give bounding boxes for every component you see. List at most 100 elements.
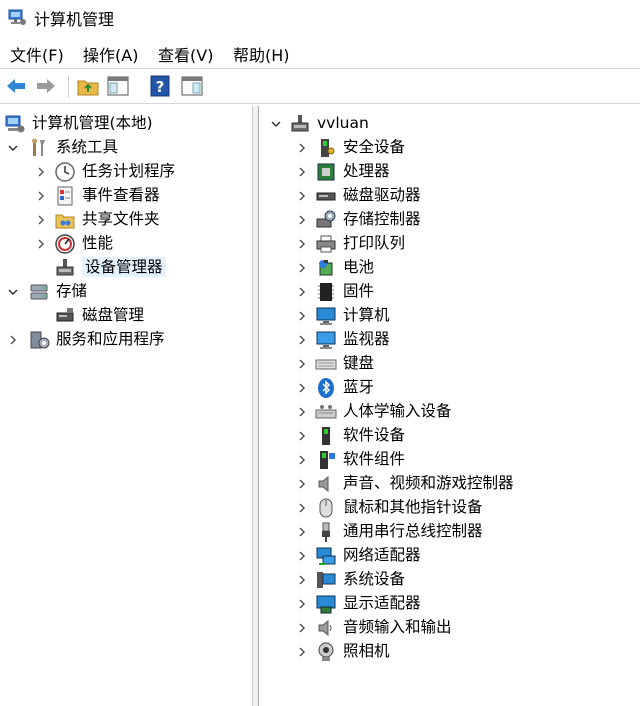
chevron-right-icon[interactable] [295, 355, 309, 373]
device-category-label: 声音、视频和游戏控制器 [343, 474, 514, 492]
mouse-icon [315, 497, 337, 519]
device-root-computer[interactable]: vvluan [269, 112, 629, 136]
device-category-row[interactable]: 声音、视频和游戏控制器 [295, 472, 635, 496]
device-category-row[interactable]: 蓝牙 [295, 376, 635, 400]
tree-item-label: 系统工具 [56, 138, 119, 156]
processor-icon [315, 161, 337, 183]
tools-icon [28, 137, 50, 159]
device-category-row[interactable]: 安全设备 [295, 136, 635, 160]
chevron-down-icon[interactable] [269, 115, 283, 133]
window-title: 计算机管理 [34, 10, 115, 29]
device-category-row[interactable]: 网络适配器 [295, 544, 635, 568]
device-category-row[interactable]: 照相机 [295, 640, 635, 664]
device-manager-icon [54, 257, 76, 279]
device-category-row[interactable]: 电池 [295, 256, 635, 280]
tree-item-system-tools[interactable]: 系统工具 [6, 136, 246, 160]
chevron-right-icon[interactable] [295, 331, 309, 349]
chevron-down-icon[interactable] [6, 139, 20, 157]
tree-item-label: 计算机管理(本地) [32, 114, 153, 132]
chevron-right-icon[interactable] [295, 475, 309, 493]
chevron-right-icon[interactable] [295, 283, 309, 301]
device-category-row[interactable]: 音频输入和输出 [295, 616, 635, 640]
chevron-right-icon[interactable] [295, 163, 309, 181]
firmware-chip-icon [315, 281, 337, 303]
menu-bar: 文件(F) 操作(A) 查看(V) 帮助(H) [0, 40, 640, 66]
show-hide-action-pane-icon[interactable] [180, 74, 204, 98]
device-category-row[interactable]: 磁盘驱动器 [295, 184, 635, 208]
chevron-right-icon[interactable] [295, 427, 309, 445]
chevron-right-icon[interactable] [295, 499, 309, 517]
chevron-right-icon[interactable] [295, 547, 309, 565]
tree-item-label: 磁盘管理 [82, 306, 145, 324]
device-category-row[interactable]: 键盘 [295, 352, 635, 376]
device-category-row[interactable]: 鼠标和其他指针设备 [295, 496, 635, 520]
device-category-row[interactable]: 系统设备 [295, 568, 635, 592]
performance-gauge-icon [54, 233, 76, 255]
chevron-right-icon[interactable] [295, 187, 309, 205]
chevron-right-icon[interactable] [295, 259, 309, 277]
menu-action[interactable]: 操作(A) [83, 42, 138, 66]
chevron-right-icon[interactable] [295, 403, 309, 421]
device-category-row[interactable]: 软件组件 [295, 448, 635, 472]
chevron-right-icon[interactable] [34, 187, 48, 205]
tree-item-task-scheduler[interactable]: 任务计划程序 [34, 160, 246, 184]
tree-item-disk-management[interactable]: 磁盘管理 [34, 304, 246, 328]
chevron-right-icon[interactable] [295, 523, 309, 541]
chevron-right-icon[interactable] [295, 379, 309, 397]
chevron-right-icon[interactable] [295, 307, 309, 325]
title-bar: 计算机管理 [0, 0, 640, 36]
chevron-right-icon[interactable] [295, 619, 309, 637]
device-category-row[interactable]: 处理器 [295, 160, 635, 184]
chevron-down-icon[interactable] [6, 283, 20, 301]
tree-item-label: 设备管理器 [82, 257, 166, 277]
chevron-right-icon[interactable] [34, 235, 48, 253]
tree-item-shared-folders[interactable]: 共享文件夹 [34, 208, 246, 232]
chevron-right-icon[interactable] [295, 139, 309, 157]
device-category-row[interactable]: 软件设备 [295, 424, 635, 448]
tree-item-device-manager[interactable]: 设备管理器 [34, 256, 246, 280]
tree-item-performance[interactable]: 性能 [34, 232, 246, 256]
device-category-label: 电池 [343, 258, 375, 276]
device-category-row[interactable]: 监视器 [295, 328, 635, 352]
device-category-label: 软件组件 [343, 450, 406, 468]
device-category-label: 蓝牙 [343, 378, 375, 396]
device-category-row[interactable]: 人体学输入设备 [295, 400, 635, 424]
chevron-right-icon[interactable] [6, 331, 20, 349]
device-category-row[interactable]: 固件 [295, 280, 635, 304]
chevron-right-icon[interactable] [295, 595, 309, 613]
tree-item-label: 共享文件夹 [82, 210, 160, 228]
svg-text:?: ? [156, 78, 165, 96]
up-folder-icon[interactable] [76, 74, 100, 98]
tree-root-computer-management[interactable]: 计算机管理(本地) [4, 112, 244, 136]
device-category-label: 处理器 [343, 162, 390, 180]
chevron-right-icon[interactable] [295, 571, 309, 589]
battery-icon [315, 257, 337, 279]
tree-item-storage[interactable]: 存储 [6, 280, 246, 304]
menu-file[interactable]: 文件(F) [10, 42, 64, 66]
device-category-row[interactable]: 存储控制器 [295, 208, 635, 232]
computer-management-icon [4, 113, 26, 135]
chevron-right-icon[interactable] [34, 163, 48, 181]
chevron-right-icon[interactable] [295, 643, 309, 661]
forward-arrow-icon[interactable] [34, 74, 58, 98]
tree-item-event-viewer[interactable]: 事件查看器 [34, 184, 246, 208]
device-category-row[interactable]: 显示适配器 [295, 592, 635, 616]
device-category-row[interactable]: 计算机 [295, 304, 635, 328]
help-icon[interactable]: ? [148, 74, 172, 98]
device-category-label: 监视器 [343, 330, 390, 348]
chevron-right-icon[interactable] [295, 451, 309, 469]
back-arrow-icon[interactable] [4, 74, 28, 98]
console-tree: 计算机管理(本地) 系统工具 任务计划程序 事件查看器 共享文件夹 性能 设备管… [0, 106, 253, 706]
menu-help[interactable]: 帮助(H) [233, 42, 290, 66]
show-hide-tree-icon[interactable] [106, 74, 130, 98]
chevron-right-icon[interactable] [295, 211, 309, 229]
computer-monitor-icon [315, 305, 337, 327]
device-category-row[interactable]: 打印队列 [295, 232, 635, 256]
menu-view[interactable]: 查看(V) [158, 42, 213, 66]
device-category-row[interactable]: 通用串行总线控制器 [295, 520, 635, 544]
tree-item-label: 任务计划程序 [82, 162, 176, 180]
device-root-label: vvluan [317, 114, 369, 132]
chevron-right-icon[interactable] [295, 235, 309, 253]
tree-item-services-and-applications[interactable]: 服务和应用程序 [6, 328, 246, 352]
chevron-right-icon[interactable] [34, 211, 48, 229]
